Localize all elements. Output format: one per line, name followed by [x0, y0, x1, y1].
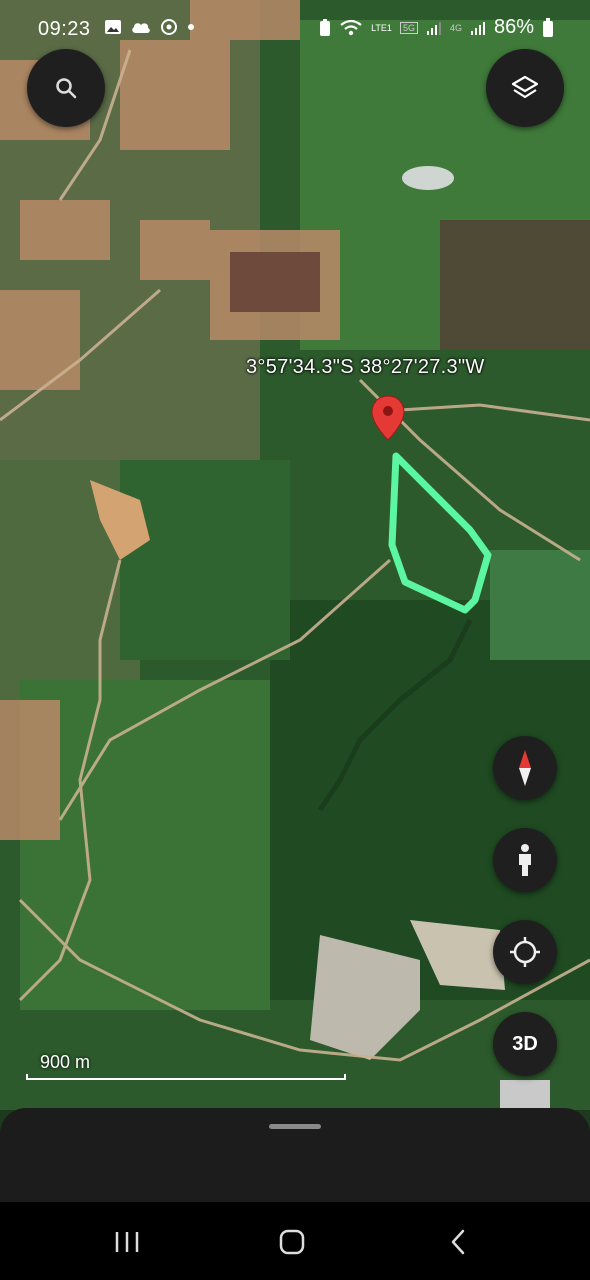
search-icon: [56, 78, 77, 99]
battery-saver-icon: [320, 18, 331, 36]
my-location-icon: [510, 937, 540, 967]
3d-toggle-button[interactable]: 3D: [493, 1012, 557, 1076]
status-time: 09:23: [38, 18, 91, 40]
gallery-icon: [105, 20, 121, 34]
back-icon: [451, 1229, 465, 1255]
compass-icon: [519, 750, 531, 786]
recents-button[interactable]: [97, 1220, 157, 1264]
home-button[interactable]: [262, 1220, 322, 1264]
status-system-icons: LTE1 5G 4G 86%: [319, 16, 554, 39]
dot-icon: [188, 24, 194, 30]
5g-label: 5G: [399, 21, 418, 34]
marker-coordinates-label: 3°57'34.3"S 38°27'27.3"W: [246, 356, 485, 378]
bottom-sheet[interactable]: [0, 1108, 590, 1202]
recents-icon: [115, 1232, 139, 1252]
system-navigation-bar: [0, 1202, 590, 1280]
battery-percent: 86%: [493, 16, 534, 38]
4g-label: 4G: [449, 22, 462, 33]
battery-icon: [543, 17, 553, 37]
sheet-drag-handle[interactable]: [269, 1124, 321, 1129]
signal-icon-2: [470, 21, 485, 35]
my-location-button[interactable]: [493, 920, 557, 984]
street-view-button[interactable]: [493, 828, 557, 892]
pegman-icon: [519, 844, 531, 876]
volte-label: LTE1: [371, 22, 392, 33]
cloud-icon: [132, 23, 150, 33]
layers-icon: [511, 75, 539, 99]
back-button[interactable]: [428, 1220, 488, 1264]
wifi-icon: [340, 19, 362, 35]
compass-button[interactable]: [493, 736, 557, 800]
layers-button[interactable]: [486, 49, 564, 127]
status-notification-icons: [104, 18, 196, 36]
home-icon: [279, 1229, 305, 1255]
scale-bar: [26, 1074, 346, 1080]
map-scale: 900 m: [26, 1052, 346, 1080]
signal-icon: [426, 21, 441, 35]
search-button[interactable]: [27, 49, 105, 127]
sync-icon: [161, 19, 177, 35]
scale-label: 900 m: [40, 1052, 91, 1072]
status-bar: 09:23 LTE1 5G 4G 86%: [0, 0, 590, 62]
3d-label: 3D: [512, 1032, 538, 1055]
